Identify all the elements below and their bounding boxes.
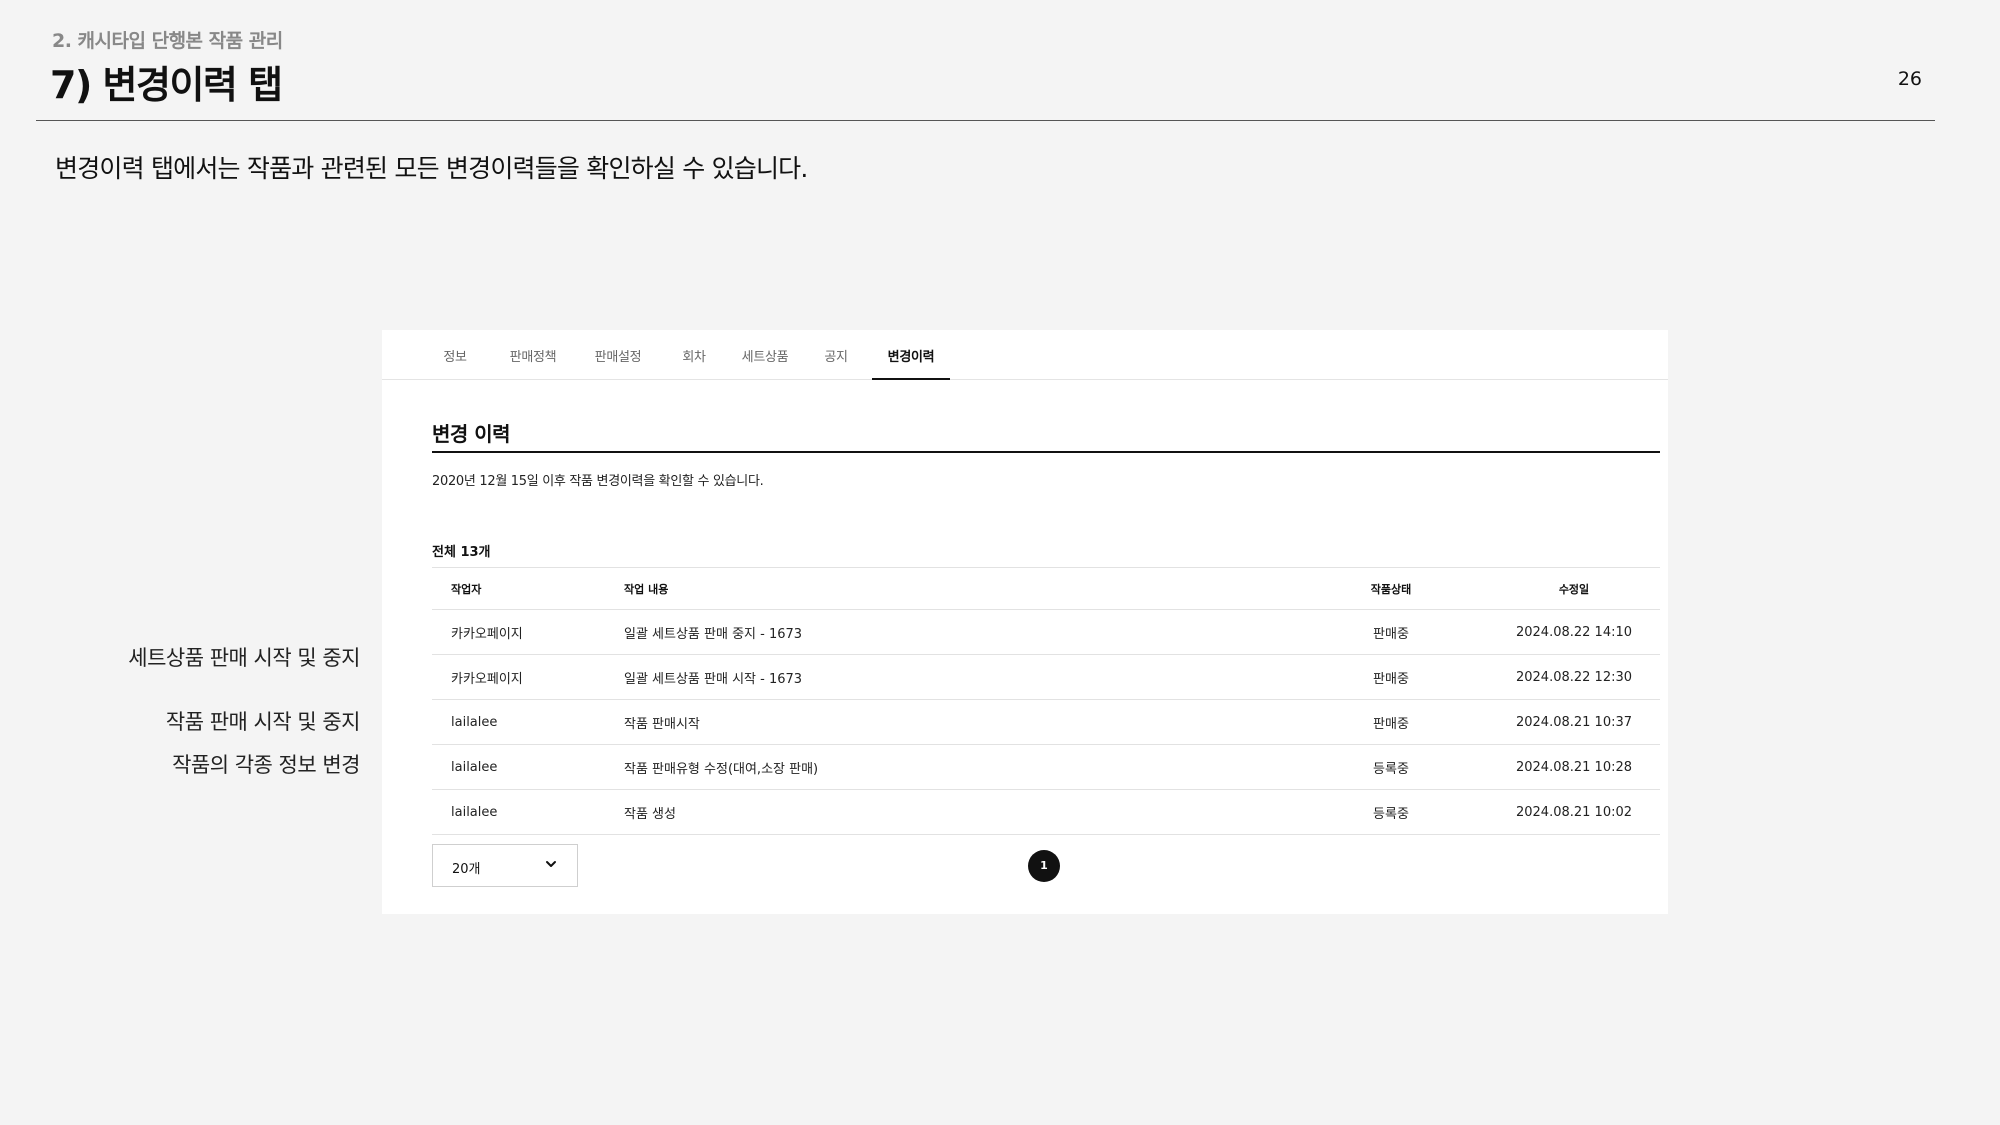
cell-status: 판매중: [1373, 671, 1409, 687]
cell-worker: lailalee: [451, 759, 498, 775]
tab-sales-settings[interactable]: 판매설정: [591, 330, 645, 380]
tab-bar: 정보 판매정책 판매설정 회차 세트상품 공지 변경이력: [382, 330, 1668, 380]
tab-info[interactable]: 정보: [440, 330, 470, 380]
cell-date: 2024.08.21 10:37: [1515, 714, 1633, 730]
column-header-content: 작업 내용: [624, 582, 669, 596]
total-count: 전체 13개: [432, 545, 491, 560]
cell-content: 일괄 세트상품 판매 중지 - 1673: [624, 626, 803, 642]
cell-worker: 카카오페이지: [451, 626, 523, 642]
page-number: 26: [1897, 68, 1922, 90]
history-title: 변경 이력: [432, 422, 511, 446]
tab-episodes[interactable]: 회차: [677, 330, 711, 380]
page-size-select[interactable]: 20개: [432, 844, 578, 887]
table-header-row: 작업자 작업 내용 작품상태 수정일: [432, 567, 1660, 610]
screenshot-panel: 정보 판매정책 판매설정 회차 세트상품 공지 변경이력 변경 이력 2020년…: [382, 330, 1668, 914]
table-row: 카카오페이지 일괄 세트상품 판매 중지 - 1673 판매중 2024.08.…: [432, 610, 1660, 655]
table-row: lailalee 작품 판매유형 수정(대여,소장 판매) 등록중 2024.0…: [432, 745, 1660, 790]
cell-content: 작품 생성: [624, 806, 676, 822]
pagination-page-current[interactable]: 1: [1028, 850, 1060, 882]
page-title: 7) 변경이력 탭: [50, 63, 283, 107]
chevron-down-icon: [546, 861, 556, 867]
cell-status: 등록중: [1373, 761, 1409, 777]
table-row: 카카오페이지 일괄 세트상품 판매 시작 - 1673 판매중 2024.08.…: [432, 655, 1660, 700]
table-row: lailalee 작품 판매시작 판매중 2024.08.21 10:37: [432, 700, 1660, 745]
header-divider: [36, 120, 1935, 121]
cell-date: 2024.08.22 12:30: [1515, 669, 1633, 685]
cell-status: 판매중: [1373, 626, 1409, 642]
cell-date: 2024.08.21 10:02: [1515, 804, 1633, 820]
cell-content: 작품 판매유형 수정(대여,소장 판매): [624, 761, 819, 777]
history-table: 작업자 작업 내용 작품상태 수정일 카카오페이지 일괄 세트상품 판매 중지 …: [432, 567, 1660, 835]
section-label: 2. 캐시타입 단행본 작품 관리: [52, 30, 283, 52]
cell-date: 2024.08.21 10:28: [1515, 759, 1633, 775]
history-description: 2020년 12월 15일 이후 작품 변경이력을 확인할 수 있습니다.: [432, 474, 764, 489]
cell-content: 일괄 세트상품 판매 시작 - 1673: [624, 671, 803, 687]
column-header-date: 수정일: [1558, 582, 1590, 596]
cell-status: 판매중: [1373, 716, 1409, 732]
annotation-info-change: 작품의 각종 정보 변경: [172, 753, 360, 777]
cell-content: 작품 판매시작: [624, 716, 700, 732]
column-header-status: 작품상태: [1370, 582, 1412, 596]
cell-worker: lailalee: [451, 804, 498, 820]
cell-date: 2024.08.22 14:10: [1515, 624, 1633, 640]
tab-notice[interactable]: 공지: [819, 330, 853, 380]
annotation-work-sales: 작품 판매 시작 및 중지: [165, 710, 361, 734]
page-size-value: 20개: [452, 862, 481, 877]
tab-sales-policy[interactable]: 판매정책: [506, 330, 560, 380]
column-header-worker: 작업자: [451, 582, 482, 596]
tab-change-history[interactable]: 변경이력: [872, 330, 950, 380]
cell-status: 등록중: [1373, 806, 1409, 822]
table-row: lailalee 작품 생성 등록중 2024.08.21 10:02: [432, 790, 1660, 835]
cell-worker: 카카오페이지: [451, 671, 523, 687]
cell-worker: lailalee: [451, 714, 498, 730]
history-divider: [432, 451, 1660, 453]
annotation-set-sales: 세트상품 판매 시작 및 중지: [128, 646, 360, 670]
tab-set-products[interactable]: 세트상품: [737, 330, 793, 380]
intro-text: 변경이력 탭에서는 작품과 관련된 모든 변경이력들을 확인하실 수 있습니다.: [55, 154, 808, 183]
